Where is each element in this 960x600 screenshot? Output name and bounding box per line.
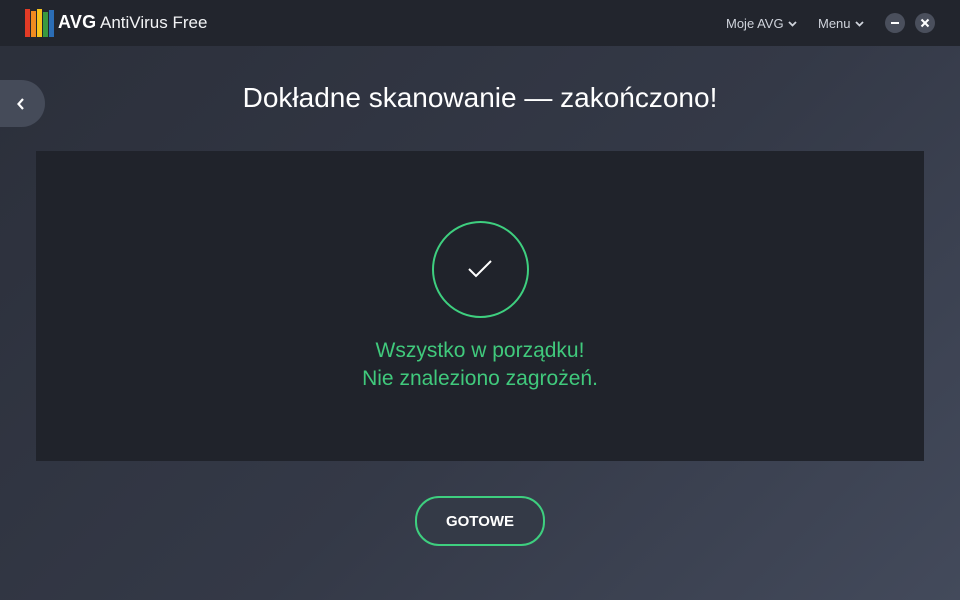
minimize-icon — [891, 22, 899, 24]
product-name: AntiVirus Free — [100, 13, 208, 32]
chevron-down-icon — [787, 20, 797, 27]
minimize-button[interactable] — [885, 13, 905, 33]
avg-logo-icon — [25, 9, 54, 37]
chevron-down-icon — [854, 20, 864, 27]
brand-name: AVG — [58, 12, 97, 32]
my-avg-label: Moje AVG — [726, 16, 784, 31]
page-title: Dokładne skanowanie — zakończono! — [242, 82, 718, 113]
status-message: Wszystko w porządku! — [375, 339, 585, 362]
check-icon — [468, 260, 492, 278]
my-avg-menu[interactable]: Moje AVG — [726, 16, 797, 31]
close-button[interactable] — [915, 13, 935, 33]
menu-label: Menu — [818, 16, 851, 31]
main-menu[interactable]: Menu — [818, 16, 864, 31]
title-bar: AVG AntiVirus Free Moje AVG Menu — [0, 0, 960, 46]
scan-result-panel: Wszystko w porządku! Nie znaleziono zagr… — [36, 151, 924, 461]
success-badge — [432, 221, 529, 318]
close-icon — [920, 18, 930, 28]
done-button[interactable]: GOTOWE — [415, 496, 545, 546]
status-detail: Nie znaleziono zagrożeń. — [362, 367, 598, 390]
